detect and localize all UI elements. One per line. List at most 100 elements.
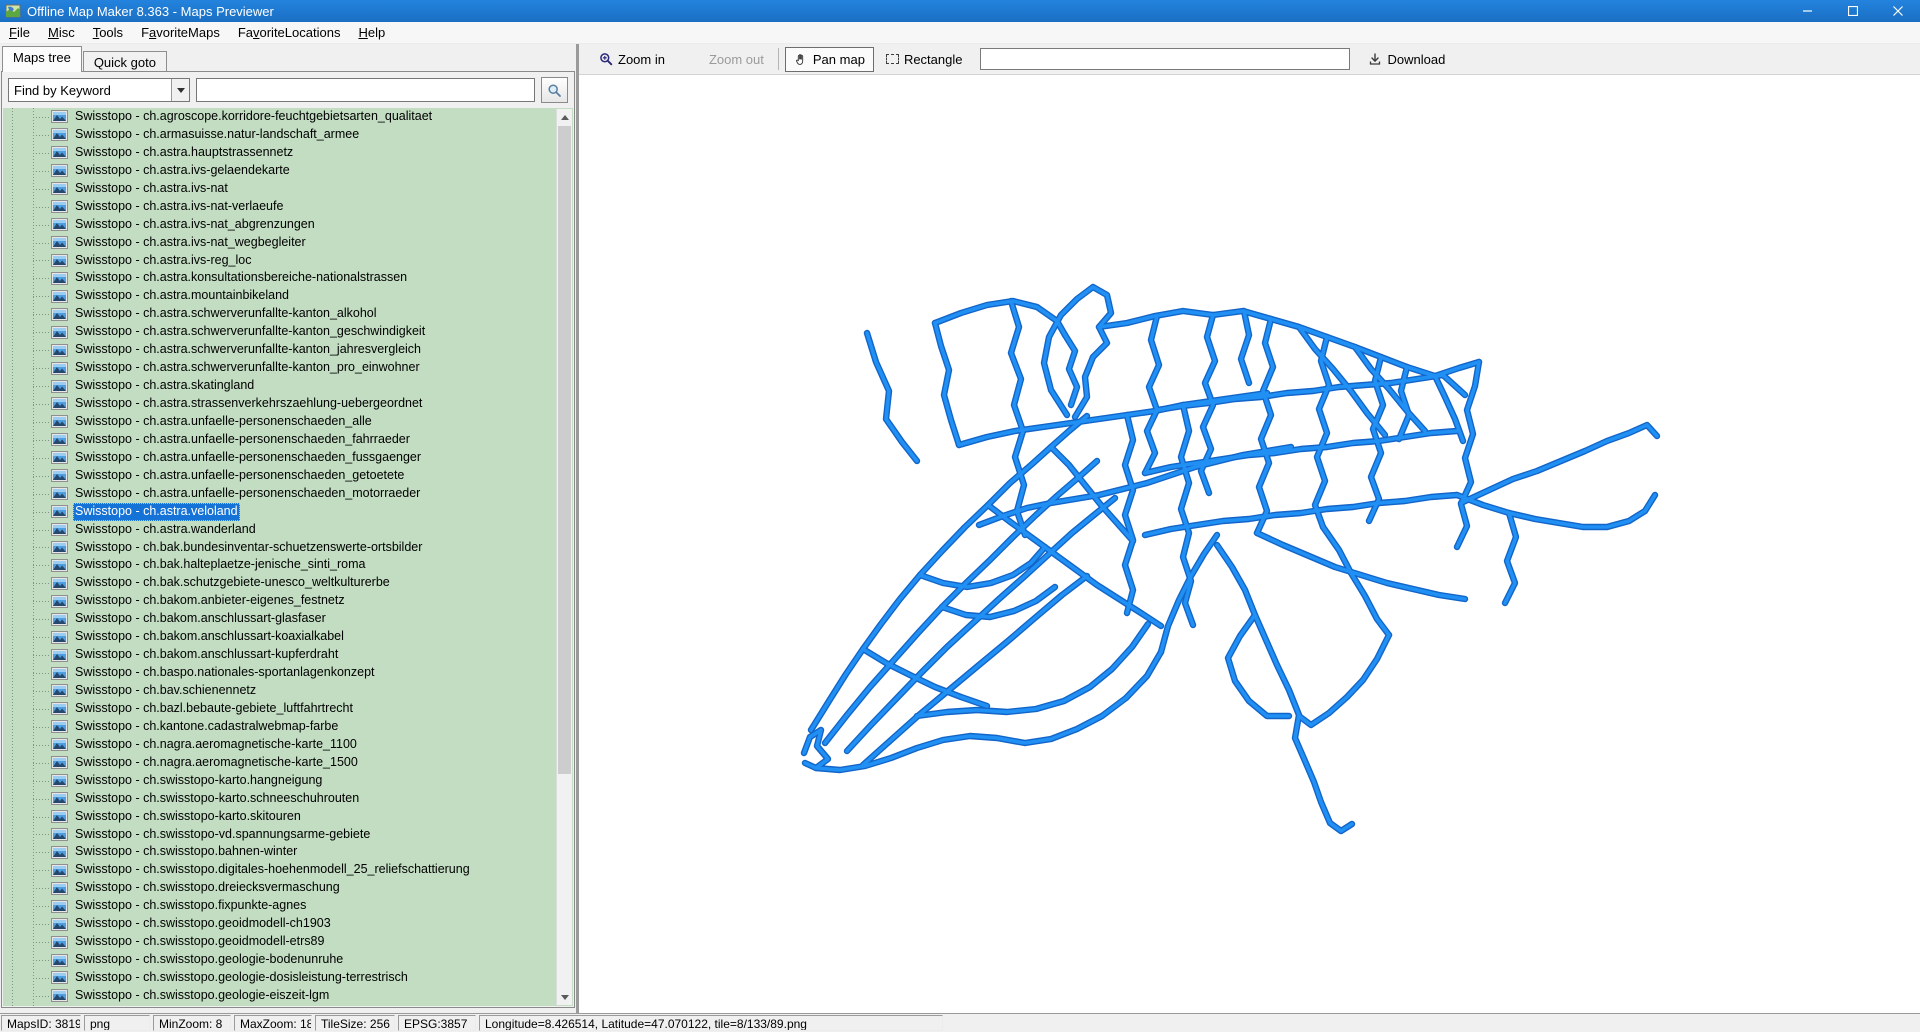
minimize-button[interactable] xyxy=(1785,0,1830,22)
tree-item[interactable]: Swisstopo - ch.bakom.anschlussart-koaxia… xyxy=(3,628,573,646)
tree-item[interactable]: Swisstopo - ch.astra.unfaelle-personensc… xyxy=(3,431,573,449)
close-button[interactable] xyxy=(1875,0,1920,22)
tree-item[interactable]: Swisstopo - ch.kantone.cadastralwebmap-f… xyxy=(3,718,573,736)
status-bar: MapsID: 3819 png MinZoom: 8 MaxZoom: 18 Tile… xyxy=(0,1013,1920,1032)
combo-dropdown-button[interactable] xyxy=(171,79,189,101)
rectangle-button[interactable]: Rectangle xyxy=(878,48,971,71)
tree-item-label: Swisstopo - ch.bakom.anschlussart-koaxia… xyxy=(75,629,344,644)
zoom-in-button[interactable]: Zoom in xyxy=(591,48,673,71)
cycle-route xyxy=(915,622,1150,718)
tree-item[interactable]: Swisstopo - ch.astra.strassenverkehrszae… xyxy=(3,395,573,413)
tree-item[interactable]: Swisstopo - ch.astra.ivs-nat_abgrenzunge… xyxy=(3,216,573,234)
tree-item[interactable]: Swisstopo - ch.swisstopo.bahnen-winter xyxy=(3,843,573,861)
tree-item[interactable]: Swisstopo - ch.swisstopo-vd.spannungsarm… xyxy=(3,826,573,844)
tree-item[interactable]: Swisstopo - ch.nagra.aeromagnetische-kar… xyxy=(3,754,573,772)
tree-item[interactable]: Swisstopo - ch.swisstopo-karto.schneesch… xyxy=(3,790,573,808)
tree-item[interactable]: Swisstopo - ch.bakom.anbieter-eigenes_fe… xyxy=(3,592,573,610)
tree-item[interactable]: Swisstopo - ch.astra.veloland xyxy=(3,502,573,521)
tree-item[interactable]: Swisstopo - ch.bav.schienennetz xyxy=(3,682,573,700)
tree-item[interactable]: Swisstopo - ch.astra.skatingland xyxy=(3,377,573,395)
maps-tree-panel: Maps tree Quick goto Find by Keyword Swi… xyxy=(0,44,576,1013)
map-layer-icon xyxy=(51,110,68,124)
tree-item[interactable]: Swisstopo - ch.astra.ivs-reg_loc xyxy=(3,252,573,270)
tree-item[interactable]: Swisstopo - ch.bak.halteplaetze-jenische… xyxy=(3,556,573,574)
maximize-button[interactable] xyxy=(1830,0,1875,22)
tab-maps-tree[interactable]: Maps tree xyxy=(2,46,82,72)
tree-item[interactable]: Swisstopo - ch.swisstopo.geoidmodell-ch1… xyxy=(3,915,573,933)
tree-item[interactable]: Swisstopo - ch.baspo.nationales-sportanl… xyxy=(3,664,573,682)
map-canvas[interactable] xyxy=(579,75,1920,1013)
menu-item[interactable]: Misc xyxy=(39,23,84,43)
tree-item[interactable]: Swisstopo - ch.swisstopo.fixpunkte-agnes xyxy=(3,897,573,915)
tree-item[interactable]: Swisstopo - ch.astra.schwerverunfallte-k… xyxy=(3,359,573,377)
tree-item-label: Swisstopo - ch.swisstopo.geologie-dosisl… xyxy=(75,970,408,984)
tab-quick-goto[interactable]: Quick goto xyxy=(82,51,167,72)
tree-item[interactable]: Swisstopo - ch.astra.ivs-nat_wegbegleite… xyxy=(3,234,573,252)
tree-item[interactable]: Swisstopo - ch.armasuisse.natur-landscha… xyxy=(3,126,573,144)
tree-item[interactable]: Swisstopo - ch.astra.ivs-nat xyxy=(3,180,573,198)
app-icon xyxy=(5,4,21,18)
tree-item[interactable]: Swisstopo - ch.astra.wanderland xyxy=(3,521,573,539)
tree-item[interactable]: Swisstopo - ch.agroscope.korridore-feuch… xyxy=(3,108,573,126)
tree-item[interactable]: Swisstopo - ch.bak.bundesinventar-schuet… xyxy=(3,539,573,557)
tree-item[interactable]: Swisstopo - ch.swisstopo.dreiecksvermasc… xyxy=(3,879,573,897)
search-input[interactable] xyxy=(196,78,535,102)
status-segment: MaxZoom: 18 xyxy=(234,1015,312,1031)
map-layer-icon xyxy=(51,935,68,949)
zoom-out-label: Zoom out xyxy=(708,51,764,67)
menu-item[interactable]: File xyxy=(0,23,39,43)
map-layer-icon xyxy=(51,738,68,752)
map-layer-icon xyxy=(51,899,68,913)
scrollbar-thumb[interactable] xyxy=(558,126,571,774)
tree-item[interactable]: Swisstopo - ch.astra.unfaelle-personensc… xyxy=(3,467,573,485)
tree-item[interactable]: Swisstopo - ch.astra.ivs-gelaendekarte xyxy=(3,162,573,180)
menu-item-label: Tools xyxy=(92,24,124,40)
tree-item[interactable]: Swisstopo - ch.astra.hauptstrassennetz xyxy=(3,144,573,162)
route-network-map[interactable] xyxy=(579,75,1920,1013)
tree-item[interactable]: Swisstopo - ch.astra.schwerverunfallte-k… xyxy=(3,341,573,359)
download-button[interactable]: Download xyxy=(1360,48,1453,71)
search-mode-combo[interactable]: Find by Keyword xyxy=(8,78,190,102)
tree-item[interactable]: Swisstopo - ch.bazl.bebaute-gebiete_luft… xyxy=(3,700,573,718)
search-button[interactable] xyxy=(541,77,568,103)
tree-item[interactable]: Swisstopo - ch.astra.schwerverunfallte-k… xyxy=(3,323,573,341)
tree-item[interactable]: Swisstopo - ch.bak.schutzgebiete-unesco_… xyxy=(3,574,573,592)
toolbar-input[interactable] xyxy=(980,48,1351,70)
map-layer-icon xyxy=(51,594,68,608)
menu-item[interactable]: Help xyxy=(349,23,394,43)
tree-scrollbar[interactable] xyxy=(556,109,572,1005)
cycle-route xyxy=(865,331,919,463)
tree-item[interactable]: Swisstopo - ch.swisstopo.geologie-bodenu… xyxy=(3,951,573,969)
tree-item[interactable]: Swisstopo - ch.astra.unfaelle-personensc… xyxy=(3,485,573,503)
tree-item[interactable]: Swisstopo - ch.swisstopo.geologie-eiszei… xyxy=(3,987,573,1005)
tree-item[interactable]: Swisstopo - ch.astra.mountainbikeland xyxy=(3,287,573,305)
tree-item-label: Swisstopo - ch.astra.ivs-reg_loc xyxy=(75,252,252,267)
tree-item[interactable]: Swisstopo - ch.astra.unfaelle-personensc… xyxy=(3,449,573,467)
tree-item[interactable]: Swisstopo - ch.astra.ivs-nat-verlaeufe xyxy=(3,198,573,216)
title-bar: Offline Map Maker 8.363 - Maps Previewer xyxy=(0,0,1920,22)
menu-item[interactable]: FavoriteLocations xyxy=(229,23,350,43)
tree-item-label: Swisstopo - ch.swisstopo-karto.skitouren xyxy=(75,808,301,823)
tree-item[interactable]: Swisstopo - ch.astra.schwerverunfallte-k… xyxy=(3,305,573,323)
pan-map-button[interactable]: Pan map xyxy=(784,46,874,72)
map-layer-icon xyxy=(51,218,68,232)
scroll-down-button[interactable] xyxy=(557,989,572,1005)
menu-item[interactable]: FavoriteMaps xyxy=(132,23,229,43)
tree-item[interactable]: Swisstopo - ch.swisstopo-karto.skitouren xyxy=(3,808,573,826)
pan-map-label: Pan map xyxy=(812,51,865,67)
tree-item[interactable]: Swisstopo - ch.astra.unfaelle-personensc… xyxy=(3,413,573,431)
tree-item[interactable]: Swisstopo - ch.swisstopo.geoidmodell-etr… xyxy=(3,933,573,951)
tree-item[interactable]: Swisstopo - ch.nagra.aeromagnetische-kar… xyxy=(3,736,573,754)
map-layer-icon xyxy=(51,200,68,214)
scroll-up-button[interactable] xyxy=(557,109,572,125)
tree-item[interactable]: Swisstopo - ch.bakom.anschlussart-kupfer… xyxy=(3,646,573,664)
tree-item[interactable]: Swisstopo - ch.swisstopo.digitales-hoehe… xyxy=(3,861,573,879)
tree-item[interactable]: Swisstopo - ch.bakom.anschlussart-glasfa… xyxy=(3,610,573,628)
tree-item[interactable]: Swisstopo - ch.swisstopo-karto.hangneigu… xyxy=(3,772,573,790)
tree-item[interactable]: Swisstopo - ch.swisstopo.geologie-dosisl… xyxy=(3,969,573,987)
menu-item[interactable]: Tools xyxy=(84,23,132,43)
tree-item[interactable]: Swisstopo - ch.astra.konsultationsbereic… xyxy=(3,269,573,287)
hand-icon xyxy=(795,54,804,65)
map-layer-icon xyxy=(51,558,68,572)
tree-item-label: Swisstopo - ch.swisstopo.fixpunkte-agnes xyxy=(75,898,307,913)
